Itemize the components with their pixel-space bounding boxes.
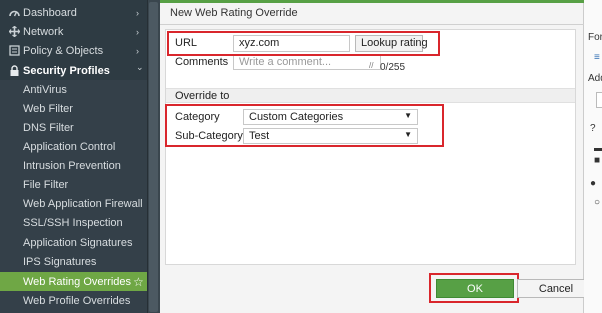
sidebar-item-ssl-ssh-inspection[interactable]: SSL/SSH Inspection — [0, 213, 147, 232]
chevron-right-icon: › — [136, 26, 139, 37]
video-icon[interactable]: ■ — [594, 155, 600, 166]
policy-icon — [8, 45, 20, 57]
sidebar-item-policy-objects[interactable]: Policy & Objects › — [0, 41, 147, 60]
sidebar-item-label: SSL/SSH Inspection — [23, 216, 123, 229]
help-icon[interactable]: ? — [590, 123, 596, 134]
divider — [160, 24, 584, 25]
sidebar-item-label: Security Profiles — [23, 64, 110, 77]
sidebar-item-web-filter[interactable]: Web Filter — [0, 99, 147, 118]
resize-grip-icon[interactable]: // — [369, 61, 373, 70]
highlight-category-box — [165, 104, 444, 147]
sidebar-item-label: Application Control — [23, 140, 116, 153]
override-section-header: Override to — [166, 88, 575, 103]
sidebar-item-application-control[interactable]: Application Control — [0, 137, 147, 156]
sidebar-item-label: Dashboard — [23, 6, 77, 19]
sidebar-item-label: Web Filter — [23, 102, 73, 115]
chevron-right-icon: › — [136, 7, 139, 18]
sidebar-item-label: AntiVirus — [23, 83, 67, 96]
chevron-down-icon: ⌄ — [136, 62, 144, 72]
star-icon[interactable]: ☆ — [133, 275, 144, 289]
sidebar-item-label: IPS Signatures — [23, 255, 97, 268]
sidebar-item-label: Application Signatures — [23, 236, 133, 249]
sidebar-item-ips-signatures[interactable]: IPS Signatures — [0, 252, 147, 271]
sidebar-item-label: Web Rating Overrides — [23, 275, 132, 288]
sidebar-item-application-signatures[interactable]: Application Signatures — [0, 233, 147, 252]
chevron-right-icon: › — [136, 45, 139, 56]
highlight-url-box — [167, 31, 440, 56]
chat-icon[interactable]: ● — [590, 178, 596, 189]
comments-counter: 0/255 — [380, 62, 406, 73]
dashboard-icon — [8, 7, 20, 19]
sidebar-item-dns-filter[interactable]: DNS Filter — [0, 118, 147, 137]
list-icon[interactable]: ≡ — [594, 52, 600, 63]
sidebar: Dashboard › Network › Policy & Objects ›… — [0, 0, 160, 313]
sidebar-item-label: DNS Filter — [23, 121, 74, 134]
sidebar-item-label: File Filter — [23, 178, 69, 191]
dialog-title: New Web Rating Override — [170, 7, 298, 19]
comments-label: Comments — [175, 56, 229, 68]
sidebar-item-web-rating-overrides[interactable]: Web Rating Overrides ☆ — [0, 272, 147, 291]
right-panel-text: For — [588, 32, 602, 43]
sidebar-item-label: Web Profile Overrides — [23, 294, 131, 307]
sidebar-item-intrusion-prevention[interactable]: Intrusion Prevention — [0, 156, 147, 175]
right-panel-text: Add — [588, 73, 602, 84]
comments-textarea[interactable]: Write a comment... — [233, 54, 381, 70]
sidebar-item-file-filter[interactable]: File Filter — [0, 175, 147, 194]
form-panel: URL xyz.com Lookup rating Comments Write… — [165, 29, 576, 265]
lock-icon — [8, 64, 20, 77]
ok-button[interactable]: OK — [436, 279, 514, 298]
sidebar-item-antivirus[interactable]: AntiVirus — [0, 80, 147, 99]
dialog-accent-bar — [160, 0, 584, 3]
sidebar-item-label: Web Application Firewall — [23, 197, 143, 210]
right-side-panel: For ≡ Add ? ▬ ■ ● ○ — [584, 0, 602, 313]
sidebar-item-web-application-firewall[interactable]: Web Application Firewall — [0, 194, 147, 213]
override-section-title: Override to — [175, 90, 230, 102]
sidebar-item-label: Policy & Objects — [23, 44, 104, 57]
sidebar-item-web-profile-overrides[interactable]: Web Profile Overrides — [0, 291, 147, 310]
sidebar-item-network[interactable]: Network › — [0, 22, 147, 41]
sidebar-item-label: Intrusion Prevention — [23, 159, 121, 172]
comment-icon[interactable]: ○ — [594, 197, 600, 208]
right-panel-field[interactable] — [596, 92, 602, 108]
sidebar-item-dashboard[interactable]: Dashboard › — [0, 3, 147, 22]
sidebar-item-label: Network — [23, 25, 64, 38]
book-icon[interactable]: ▬ — [594, 143, 602, 154]
sidebar-item-security-profiles[interactable]: Security Profiles ⌄ — [0, 61, 147, 80]
network-icon — [8, 26, 20, 38]
sidebar-scrollbar-thumb[interactable] — [149, 2, 158, 312]
